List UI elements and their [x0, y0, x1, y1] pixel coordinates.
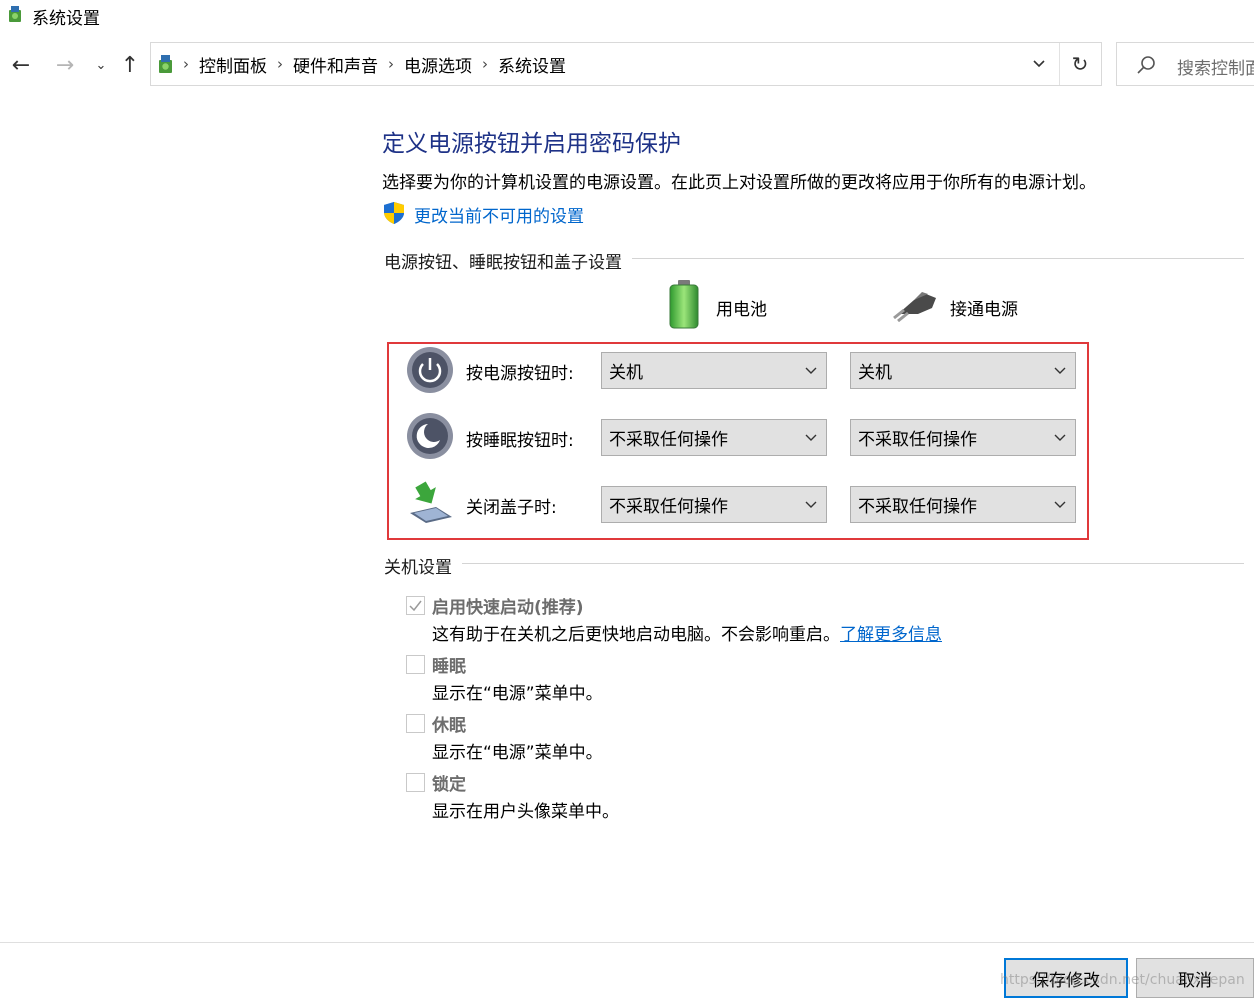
- battery-icon: [669, 280, 699, 329]
- title-bar: 系统设置: [0, 0, 1254, 30]
- select-value: 不采取任何操作: [609, 497, 728, 517]
- sleep-button-battery-select[interactable]: 不采取任何操作: [601, 419, 827, 456]
- control-panel-icon: [9, 6, 21, 22]
- sleep-option-description: 显示在“电源”菜单中。: [432, 684, 603, 704]
- power-plug-icon: [893, 292, 936, 322]
- chevron-right-icon[interactable]: ›: [482, 55, 488, 73]
- chevron-down-icon: [1054, 501, 1066, 508]
- search-icon: [1137, 56, 1155, 74]
- chevron-down-icon: [805, 367, 817, 374]
- sleep-checkbox[interactable]: [406, 655, 425, 674]
- shutdown-group-title: 关机设置: [384, 553, 462, 578]
- select-value: 关机: [609, 363, 643, 383]
- fast-startup-desc-text: 这有助于在关机之后更快地启动电脑。不会影响重启。: [432, 625, 840, 645]
- learn-more-link[interactable]: 了解更多信息: [840, 625, 942, 645]
- search-input[interactable]: 搜索控制面板: [1177, 54, 1254, 79]
- hibernate-checkbox[interactable]: [406, 714, 425, 733]
- lid-close-label: 关闭盖子时:: [466, 498, 557, 518]
- fast-startup-checkbox[interactable]: [406, 596, 425, 615]
- chevron-right-icon[interactable]: ›: [388, 55, 394, 73]
- chevron-down-icon: [1054, 367, 1066, 374]
- address-bar[interactable]: › 控制面板 › 硬件和声音 › 电源选项 › 系统设置 ↻: [150, 42, 1102, 86]
- power-buttons-group-title: 电源按钮、睡眠按钮和盖子设置: [384, 248, 632, 273]
- hibernate-option-description: 显示在“电源”菜单中。: [432, 743, 603, 763]
- lock-checkbox[interactable]: [406, 773, 425, 792]
- fast-startup-description: 这有助于在关机之后更快地启动电脑。不会影响重启。了解更多信息: [432, 620, 942, 645]
- up-arrow-icon[interactable]: ↑: [117, 53, 143, 79]
- battery-column-label: 用电池: [716, 300, 767, 320]
- search-box[interactable]: 搜索控制面板: [1116, 42, 1254, 86]
- uac-shield-icon: [384, 202, 404, 224]
- laptop-lid-icon: [410, 481, 452, 523]
- select-value: 不采取任何操作: [858, 497, 977, 517]
- sleep-option-label: 睡眠: [432, 657, 466, 677]
- plugged-in-column-label: 接通电源: [950, 300, 1018, 320]
- breadcrumb: › 控制面板 › 硬件和声音 › 电源选项 › 系统设置: [183, 43, 566, 85]
- refresh-icon[interactable]: ↻: [1059, 43, 1101, 85]
- power-button-icon: [407, 347, 453, 393]
- chevron-down-icon: [1033, 60, 1045, 68]
- chevron-right-icon: ›: [183, 55, 189, 73]
- sleep-button-icon: [407, 413, 453, 459]
- hibernate-option-label: 休眠: [432, 716, 466, 736]
- power-button-label: 按电源按钮时:: [466, 364, 574, 384]
- window-title: 系统设置: [32, 9, 100, 29]
- watermark: https://blog.csdn.net/chuanxuepan: [1000, 972, 1245, 988]
- change-settings-link[interactable]: 更改当前不可用的设置: [414, 202, 584, 227]
- back-arrow-icon[interactable]: ←: [8, 53, 34, 79]
- lid-close-battery-select[interactable]: 不采取任何操作: [601, 486, 827, 523]
- power-button-battery-select[interactable]: 关机: [601, 352, 827, 389]
- chevron-down-icon: [805, 434, 817, 441]
- select-value: 不采取任何操作: [858, 430, 977, 450]
- chevron-down-icon: [1054, 434, 1066, 441]
- lock-option-label: 锁定: [432, 775, 466, 795]
- breadcrumb-item-control-panel[interactable]: 控制面板: [199, 52, 267, 77]
- lid-close-plugged-select[interactable]: 不采取任何操作: [850, 486, 1076, 523]
- checkmark-icon: [409, 600, 422, 612]
- page-title: 定义电源按钮并启用密码保护: [382, 131, 681, 157]
- chevron-down-icon: [805, 501, 817, 508]
- address-dropdown-button[interactable]: [1019, 43, 1060, 85]
- sleep-button-label: 按睡眠按钮时:: [466, 431, 574, 451]
- recent-locations-chevron-icon[interactable]: ⌄: [88, 53, 114, 79]
- forward-arrow-icon[interactable]: →: [52, 53, 78, 79]
- control-panel-icon: [159, 55, 172, 73]
- select-value: 不采取任何操作: [609, 430, 728, 450]
- breadcrumb-item-power-options[interactable]: 电源选项: [404, 52, 472, 77]
- select-value: 关机: [858, 363, 892, 383]
- fast-startup-label: 启用快速启动(推荐): [432, 598, 584, 618]
- lock-option-description: 显示在用户头像菜单中。: [432, 802, 619, 822]
- footer-divider: [0, 942, 1254, 943]
- chevron-right-icon[interactable]: ›: [277, 55, 283, 73]
- group-divider: [384, 563, 1244, 564]
- sleep-button-plugged-select[interactable]: 不采取任何操作: [850, 419, 1076, 456]
- page-description: 选择要为你的计算机设置的电源设置。在此页上对设置所做的更改将应用于你所有的电源计…: [382, 173, 1096, 193]
- breadcrumb-item-system-settings[interactable]: 系统设置: [498, 52, 566, 77]
- breadcrumb-item-hardware-sound[interactable]: 硬件和声音: [293, 52, 378, 77]
- power-button-plugged-select[interactable]: 关机: [850, 352, 1076, 389]
